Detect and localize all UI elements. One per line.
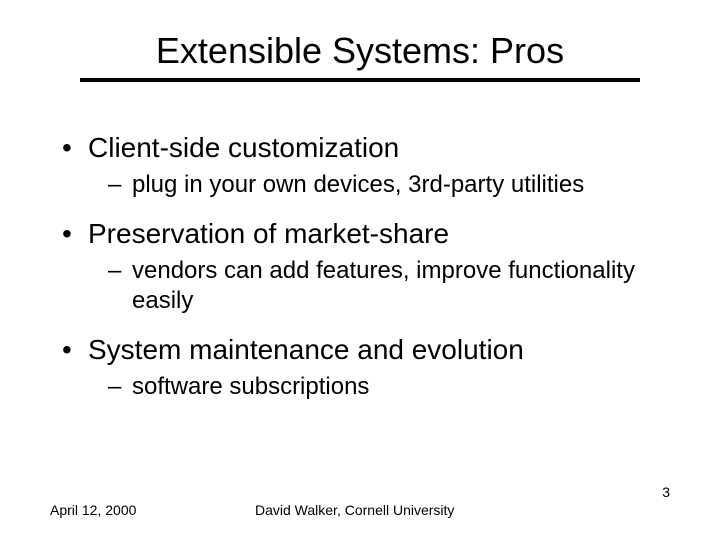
bullet-sub-item: plug in your own devices, 3rd-party util…: [60, 170, 670, 200]
bullet-item: Client-side customization: [60, 132, 670, 164]
footer-date: April 12, 2000: [50, 502, 136, 518]
bullet-sub-item: software subscriptions: [60, 372, 670, 402]
bullet-sub-item: vendors can add features, improve functi…: [60, 256, 670, 316]
footer-author: David Walker, Cornell University: [255, 502, 454, 518]
slide-title: Extensible Systems: Pros: [80, 30, 640, 82]
bullet-item: System maintenance and evolution: [60, 334, 670, 366]
slide: Extensible Systems: Pros Client-side cus…: [0, 0, 720, 540]
footer-page-number: 3: [662, 484, 670, 500]
slide-content: Client-side customization plug in your o…: [50, 132, 670, 402]
bullet-item: Preservation of market-share: [60, 218, 670, 250]
